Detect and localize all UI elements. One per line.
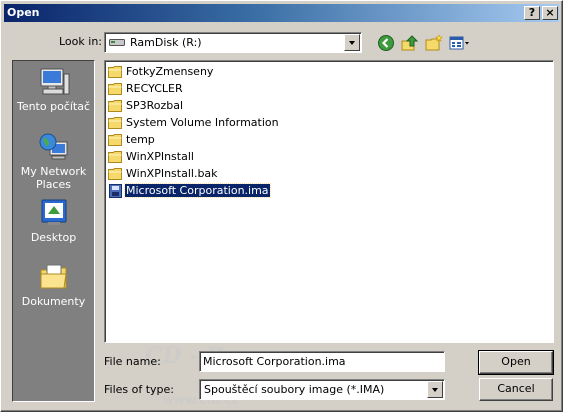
file-name-field[interactable] — [199, 351, 445, 372]
back-icon[interactable] — [377, 34, 395, 52]
look-in-value: RamDisk (R:) — [130, 36, 202, 49]
look-in-label: Look in: — [59, 35, 102, 48]
file-name: WinXPInstall — [126, 150, 194, 163]
place-network[interactable]: My Network Places — [13, 131, 94, 191]
file-type-value: Spouštěcí soubory image (*.IMA) — [204, 383, 385, 396]
file-name: WinXPInstall.bak — [126, 167, 218, 180]
file-name: FotkyZmenseny — [126, 65, 214, 78]
place-my-computer[interactable]: Tento počítač — [13, 66, 94, 113]
folder-icon — [108, 65, 124, 79]
look-in-arrow-button[interactable] — [344, 34, 360, 51]
drive-icon — [109, 37, 126, 48]
place-label: My Network Places — [20, 165, 87, 191]
folder-icon — [108, 116, 124, 130]
folder-icon — [108, 167, 124, 181]
folder-icon — [108, 133, 124, 147]
place-documents[interactable]: Dokumenty — [13, 261, 94, 308]
image-file-icon — [108, 184, 124, 198]
my-computer-icon — [38, 66, 70, 98]
open-button[interactable]: Open — [478, 350, 554, 375]
folder-icon — [108, 82, 124, 96]
folder-icon — [108, 150, 124, 164]
place-desktop[interactable]: Desktop — [13, 197, 94, 244]
title-bar[interactable]: Open — [4, 4, 559, 22]
look-in-dropdown[interactable]: RamDisk (R:) — [104, 32, 362, 53]
folder-icon — [108, 99, 124, 113]
network-places-icon — [38, 131, 70, 163]
file-name: Microsoft Corporation.ima — [124, 183, 271, 198]
place-label: Desktop — [30, 231, 77, 244]
view-menu-icon[interactable] — [449, 34, 471, 52]
file-name: SP3Rozbal — [126, 99, 184, 112]
file-type-dropdown[interactable]: Spouštěcí soubory image (*.IMA) — [199, 379, 445, 400]
open-dialog: Open ? × Look in: RamDisk (R:) Tento poč… — [0, 0, 563, 412]
new-folder-icon[interactable] — [425, 34, 443, 52]
cancel-button[interactable]: Cancel — [479, 378, 553, 401]
place-label: Tento počítač — [16, 100, 91, 113]
file-name: RECYCLER — [126, 82, 183, 95]
up-folder-icon[interactable] — [401, 34, 419, 52]
file-list[interactable]: FotkyZmenseny RECYCLER SP3Rozbal System … — [104, 60, 554, 343]
desktop-icon — [38, 197, 70, 229]
file-name-label: File name: — [104, 355, 161, 368]
file-type-label: Files of type: — [104, 383, 175, 396]
place-label: Dokumenty — [21, 295, 86, 308]
places-bar: Tento počítač My Network Places Desktop … — [12, 60, 95, 402]
file-name: temp — [126, 133, 155, 146]
file-name: System Volume Information — [126, 116, 279, 129]
file-type-arrow-button[interactable] — [427, 381, 443, 398]
help-button[interactable]: ? — [524, 6, 540, 20]
documents-icon — [38, 261, 70, 293]
close-button[interactable]: × — [542, 6, 558, 20]
dialog-title: Open — [7, 6, 40, 19]
